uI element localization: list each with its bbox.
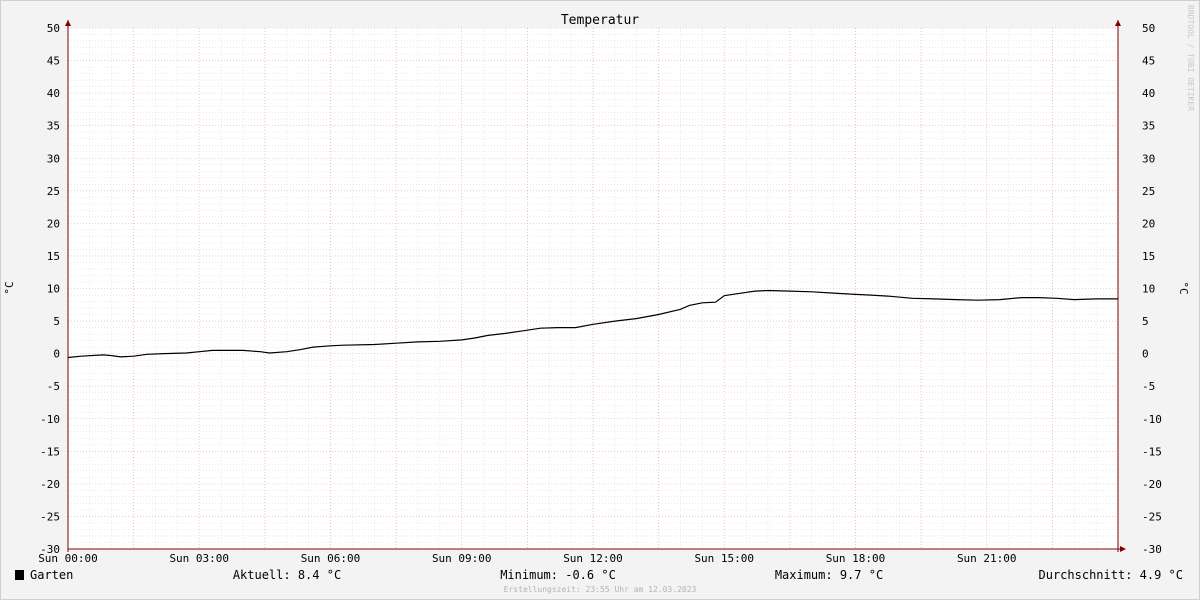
stat-current: Aktuell: 8.4 °C <box>233 568 341 582</box>
y-tick-label-left: 0 <box>53 348 60 361</box>
stat-minimum: Minimum: -0.6 °C <box>500 568 616 582</box>
y-tick-label-left: 40 <box>47 87 60 100</box>
x-tick-label: Sun 21:00 <box>957 552 1017 565</box>
y-tick-label-right: 35 <box>1142 120 1155 133</box>
x-tick-label: Sun 00:00 <box>38 552 98 565</box>
y-tick-label-right: -30 <box>1142 543 1162 556</box>
y-tick-label-right: 15 <box>1142 250 1155 263</box>
y-tick-label-right: -15 <box>1142 445 1162 458</box>
y-axis-arrow-right <box>1115 20 1121 26</box>
x-tick-label: Sun 09:00 <box>432 552 492 565</box>
y-tick-label-right: 25 <box>1142 185 1155 198</box>
y-tick-label-left: 50 <box>47 22 60 35</box>
y-tick-label-right: 5 <box>1142 315 1149 328</box>
y-tick-label-left: 45 <box>47 55 60 68</box>
x-tick-label: Sun 18:00 <box>826 552 886 565</box>
x-tick-labels: Sun 00:00 Sun 03:00 Sun 06:00 Sun 09:00 Sun … <box>38 552 1016 565</box>
y-axis-label-left: °C <box>3 281 16 294</box>
y-tick-label-left: -5 <box>47 380 60 393</box>
y-tick-label-left: -10 <box>40 413 60 426</box>
y-tick-label-left: 5 <box>53 315 60 328</box>
y-tick-label-right: -5 <box>1142 380 1155 393</box>
y-tick-label-left: -20 <box>40 478 60 491</box>
creation-time: Erstellungszeit: 23:55 Uhr am 12.03.2023 <box>504 585 697 594</box>
y-tick-label-right: -20 <box>1142 478 1162 491</box>
chart-title: Temperatur <box>561 13 639 28</box>
y-axis-label-right: °C <box>1177 281 1190 294</box>
temperature-chart: 50454035302520151050-5-10-15-20-25-30 50… <box>3 5 1195 594</box>
y-axis-arrow-left <box>65 20 71 26</box>
x-tick-label: Sun 12:00 <box>563 552 623 565</box>
x-tick-label: Sun 06:00 <box>301 552 361 565</box>
y-tick-label-right: 0 <box>1142 348 1149 361</box>
y-tick-label-right: 40 <box>1142 87 1155 100</box>
y-tick-labels-right: 50454035302520151050-5-10-15-20-25-30 <box>1142 22 1162 556</box>
y-tick-label-right: 50 <box>1142 22 1155 35</box>
watermark: RRDTOOL / TOBI OETIKER <box>1186 5 1195 111</box>
y-tick-label-left: -15 <box>40 445 60 458</box>
y-tick-label-right: 10 <box>1142 283 1155 296</box>
stat-maximum: Maximum: 9.7 °C <box>775 568 883 582</box>
y-tick-labels-left: 50454035302520151050-5-10-15-20-25-30 <box>40 22 60 556</box>
x-tick-label: Sun 15:00 <box>694 552 754 565</box>
y-tick-label-left: 10 <box>47 283 60 296</box>
y-tick-label-left: 35 <box>47 120 60 133</box>
y-tick-label-left: 25 <box>47 185 60 198</box>
legend-swatch-garten <box>15 570 24 580</box>
x-tick-label: Sun 03:00 <box>169 552 229 565</box>
y-tick-label-right: 45 <box>1142 55 1155 68</box>
y-tick-label-left: 30 <box>47 152 60 165</box>
y-tick-label-left: 20 <box>47 217 60 230</box>
x-axis-arrow <box>1120 546 1126 552</box>
y-tick-label-left: 15 <box>47 250 60 263</box>
y-tick-label-left: -25 <box>40 510 60 523</box>
y-tick-label-right: 30 <box>1142 152 1155 165</box>
y-tick-label-right: 20 <box>1142 217 1155 230</box>
stat-average: Durchschnitt: 4.9 °C <box>1039 568 1184 582</box>
y-tick-label-right: -25 <box>1142 510 1162 523</box>
y-tick-label-right: -10 <box>1142 413 1162 426</box>
legend-label-garten: Garten <box>30 568 73 582</box>
